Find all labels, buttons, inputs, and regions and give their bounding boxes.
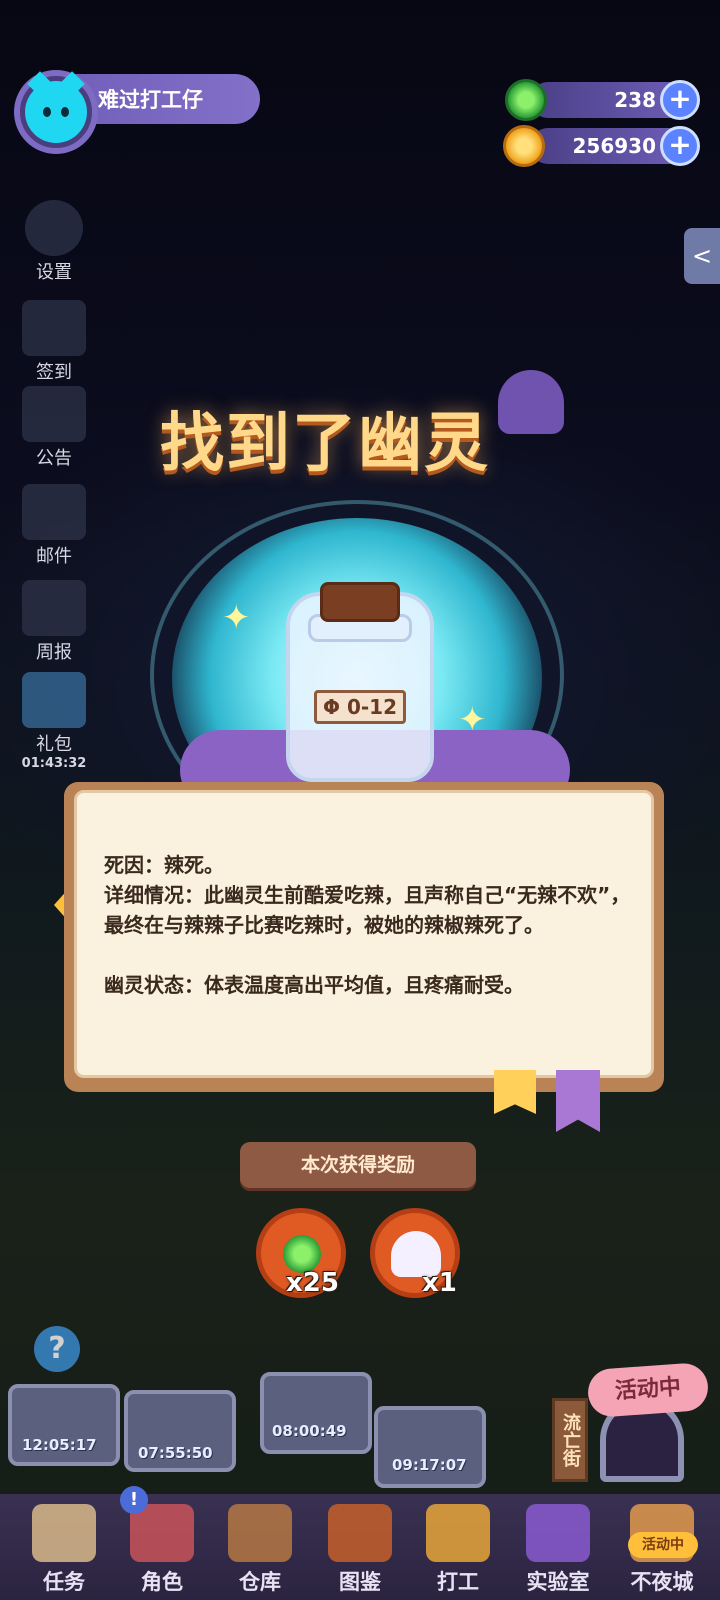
- notification-badge: !: [120, 1486, 148, 1514]
- game-scene: 难过打工仔 238 + 256930 + < 设置 签到 公告 邮件 周报 礼包…: [0, 0, 720, 1600]
- cause-of-death: 死因：辣死。: [104, 853, 224, 877]
- ghost-decoration-icon: [498, 370, 564, 434]
- megaphone-icon: [22, 386, 86, 442]
- ghost-status: 幽灵状态：体表温度高出平均值，且疼痛耐受。: [104, 973, 524, 997]
- lab-icon: [526, 1504, 590, 1562]
- station-timer: 08:00:49: [272, 1422, 347, 1440]
- nav-label: 角色: [141, 1570, 183, 1594]
- nav-label: 不夜城: [630, 1570, 694, 1594]
- coin-value: 256930: [572, 134, 657, 158]
- side-label: 公告: [36, 448, 72, 469]
- side-label: 签到: [36, 362, 72, 383]
- gem-value: 238: [614, 88, 656, 112]
- work-station[interactable]: [260, 1372, 372, 1454]
- cat-avatar-icon: [25, 81, 87, 143]
- side-item-weekly[interactable]: 周报: [18, 580, 90, 664]
- side-item-checkin[interactable]: 签到: [18, 300, 90, 384]
- side-label: 邮件: [36, 546, 72, 567]
- nav-codex[interactable]: 图鉴: [312, 1494, 408, 1600]
- add-gems-button[interactable]: +: [660, 80, 700, 120]
- station-timer: 07:55:50: [138, 1444, 213, 1462]
- sparkle-icon: ✦: [222, 598, 251, 638]
- work-icon: [426, 1504, 490, 1562]
- side-label: 周报: [36, 642, 72, 663]
- cork-icon: [320, 582, 400, 622]
- gift-icon: [22, 672, 86, 728]
- popup-title: 找到了幽灵: [160, 406, 490, 481]
- station-timer: 12:05:17: [22, 1436, 97, 1454]
- station-timer: 09:17:07: [392, 1456, 467, 1474]
- nav-label: 仓库: [239, 1570, 281, 1594]
- street-sign[interactable]: 流亡街: [552, 1398, 588, 1482]
- newspaper-icon: [22, 580, 86, 636]
- nav-event-badge: 活动中: [628, 1532, 698, 1558]
- reward-count: x25: [286, 1268, 339, 1298]
- help-icon[interactable]: ?: [34, 1326, 80, 1372]
- add-coins-button[interactable]: +: [660, 126, 700, 166]
- reward-title: 本次获得奖励: [240, 1142, 476, 1188]
- bottle-label: Φ 0-12: [314, 690, 406, 724]
- nav-lab[interactable]: 实验室: [510, 1494, 606, 1600]
- player-name: 难过打工仔: [98, 88, 203, 112]
- share-icon[interactable]: <: [684, 228, 720, 284]
- nav-label: 图鉴: [339, 1570, 381, 1594]
- work-station[interactable]: [374, 1406, 486, 1488]
- side-item-settings[interactable]: 设置: [18, 200, 90, 284]
- player-avatar[interactable]: [14, 70, 98, 154]
- mail-icon: [22, 484, 86, 540]
- side-label: 设置: [36, 262, 72, 283]
- side-item-notice[interactable]: 公告: [18, 386, 90, 470]
- task-icon: [32, 1504, 96, 1562]
- nav-work[interactable]: 打工: [410, 1494, 506, 1600]
- warehouse-icon: [228, 1504, 292, 1562]
- side-item-mail[interactable]: 邮件: [18, 484, 90, 568]
- gear-icon: [25, 200, 83, 256]
- details: 详细情况：此幽灵生前酷爱吃辣，且声称自己“无辣不欢”，最终在与辣辣子比赛吃辣时，…: [104, 883, 631, 937]
- nav-tasks[interactable]: 任务: [16, 1494, 112, 1600]
- coin-icon: [503, 125, 545, 167]
- side-item-gift[interactable]: 礼包 01:43:32: [18, 672, 90, 771]
- gem-icon: [505, 79, 547, 121]
- book-icon: [328, 1504, 392, 1562]
- gift-timer: 01:43:32: [21, 756, 87, 771]
- nav-label: 打工: [437, 1570, 479, 1594]
- nav-label: 任务: [43, 1570, 85, 1594]
- side-label: 礼包: [36, 734, 72, 755]
- event-badge[interactable]: 活动中: [586, 1361, 710, 1419]
- nav-warehouse[interactable]: 仓库: [212, 1494, 308, 1600]
- calendar-icon: [22, 300, 86, 356]
- reward-count: x1: [422, 1268, 457, 1298]
- nav-label: 实验室: [526, 1570, 590, 1594]
